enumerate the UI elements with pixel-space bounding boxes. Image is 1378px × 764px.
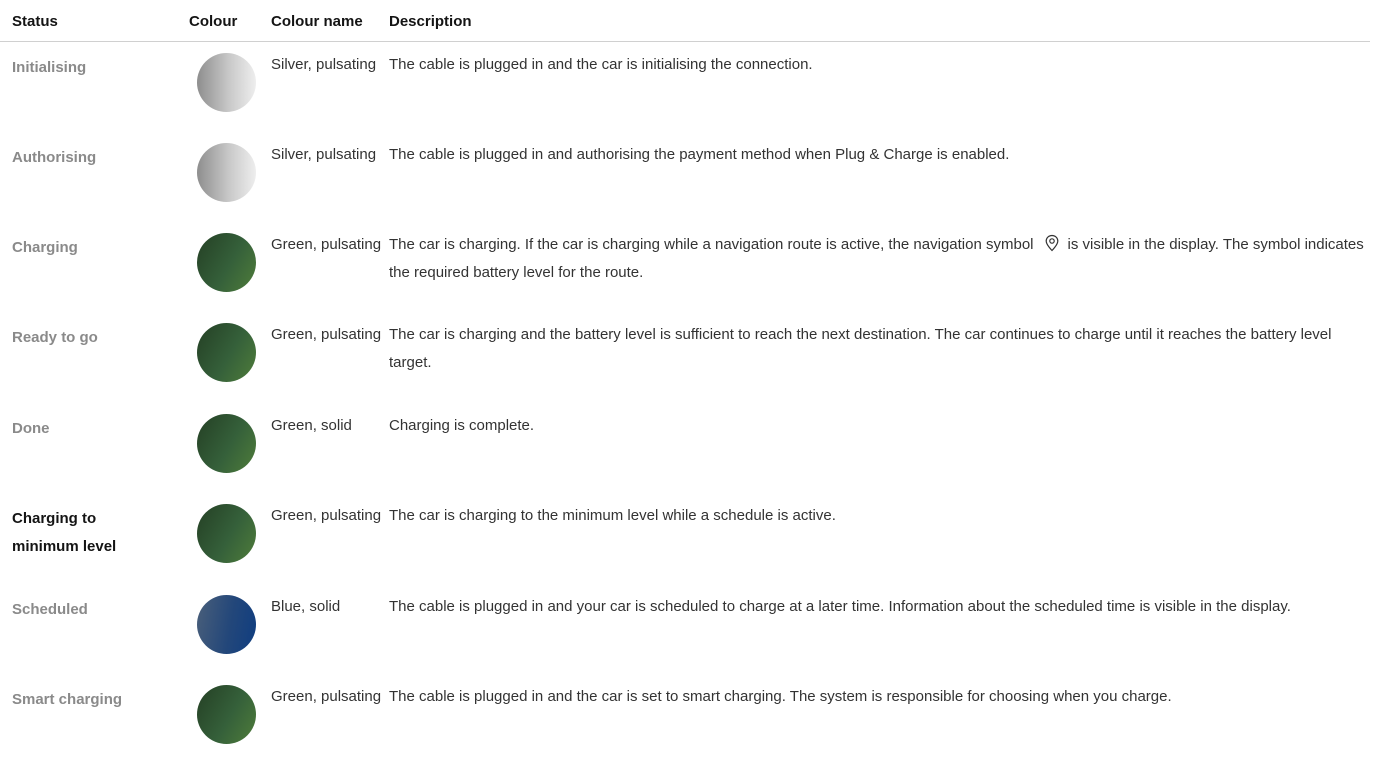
status-cell: Authorising	[12, 149, 97, 166]
colour-swatch	[197, 323, 256, 382]
colour-swatch	[197, 53, 256, 112]
table-row: Smart charging Green, pulsating The cabl…	[0, 674, 1370, 764]
colour-swatch	[197, 504, 256, 563]
table-row: Authorising Silver, pulsating The cable …	[0, 132, 1370, 222]
description-cell: The cable is plugged in and the car is i…	[389, 56, 813, 73]
description-cell: The car is charging to the minimum level…	[389, 507, 836, 524]
description-text-before-icon: The car is charging. If the car is charg…	[389, 236, 1034, 253]
colour-swatch	[197, 595, 256, 654]
table-row: Done Green, solid Charging is complete.	[0, 403, 1370, 493]
description-cell: Charging is complete.	[389, 417, 535, 434]
colour-swatch	[197, 143, 256, 202]
colour-name-cell: Green, pulsating	[271, 688, 382, 705]
description-cell: The cable is plugged in and your car is …	[389, 598, 1291, 615]
colour-swatch	[197, 685, 256, 744]
description-cell: The car is charging. If the car is charg…	[389, 231, 1369, 287]
header-description: Description	[389, 13, 472, 30]
table-row: Ready to go Green, pulsating The car is …	[0, 312, 1370, 402]
description-cell: The cable is plugged in and authorising …	[389, 146, 1010, 163]
description-cell: The cable is plugged in and the car is s…	[389, 688, 1172, 705]
status-cell: Ready to go	[12, 329, 98, 346]
table-row: Scheduled Blue, solid The cable is plugg…	[0, 584, 1370, 674]
colour-name-cell: Blue, solid	[271, 598, 341, 615]
table-row: Charging Green, pulsating The car is cha…	[0, 222, 1370, 312]
status-cell: Scheduled	[12, 601, 88, 618]
colour-name-cell: Silver, pulsating	[271, 146, 377, 163]
colour-name-cell: Green, pulsating	[271, 236, 382, 253]
header-colour: Colour	[189, 13, 238, 30]
status-cell: Done	[12, 420, 50, 437]
charging-status-table: Status Colour Colour name Description In…	[0, 0, 1370, 744]
header-status: Status	[12, 13, 58, 30]
table-header: Status Colour Colour name Description	[0, 0, 1370, 42]
description-cell: The car is charging and the battery leve…	[389, 326, 1332, 371]
colour-name-cell: Green, solid	[271, 417, 352, 434]
colour-name-cell: Silver, pulsating	[271, 56, 377, 73]
status-cell: Smart charging	[12, 691, 123, 708]
colour-name-cell: Green, pulsating	[271, 507, 382, 524]
header-colour-name: Colour name	[271, 13, 363, 30]
navigation-pin-icon	[1042, 234, 1062, 252]
colour-name-cell: Green, pulsating	[271, 326, 382, 343]
status-cell: Initialising	[12, 59, 87, 76]
status-cell: Charging	[12, 239, 78, 256]
colour-swatch	[197, 414, 256, 473]
status-cell: Charging to minimum level	[12, 510, 117, 555]
table-row: Charging to minimum level Green, pulsati…	[0, 493, 1370, 583]
colour-swatch	[197, 233, 256, 292]
table-row: Initialising Silver, pulsating The cable…	[0, 42, 1370, 132]
